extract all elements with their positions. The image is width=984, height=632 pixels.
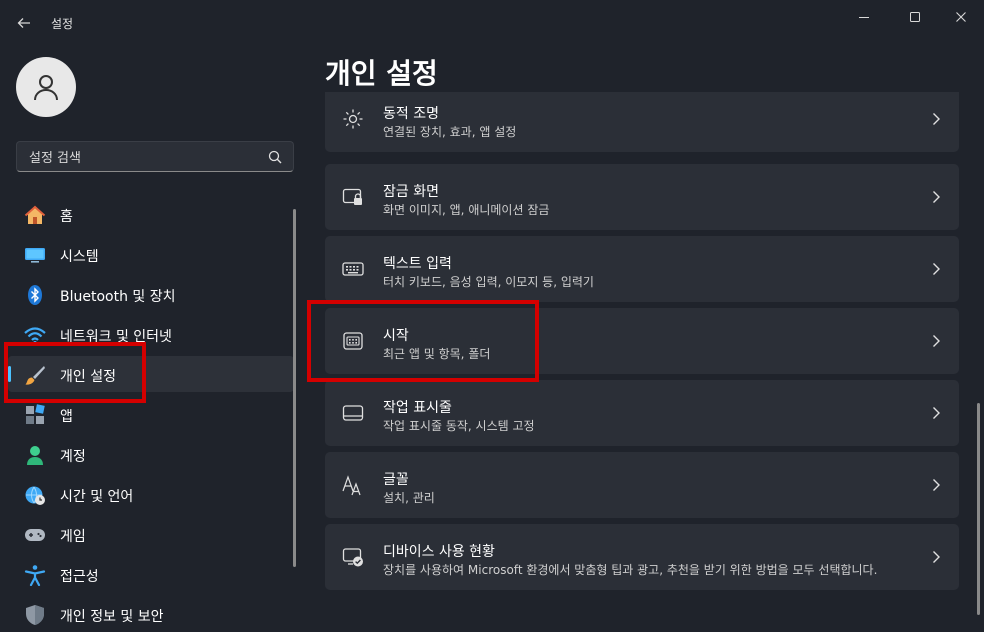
- settings-card-lock-screen[interactable]: 잠금 화면 화면 이미지, 앱, 애니메이션 잠금: [325, 164, 959, 230]
- highlight-box-start: [307, 300, 539, 382]
- settings-card-taskbar[interactable]: 작업 표시줄 작업 표시줄 동작, 시스템 고정: [325, 380, 959, 446]
- chevron-right-icon: [933, 479, 940, 491]
- sidebar-item-label: 게임: [60, 529, 86, 545]
- maximize-icon: [910, 12, 920, 22]
- settings-card-device-usage[interactable]: 디바이스 사용 현황 장치를 사용하여 Microsoft 환경에서 맞춤형 팁…: [325, 524, 959, 590]
- sidebar-item-label: Bluetooth 및 장치: [60, 289, 176, 305]
- sidebar-item-label: 개인 정보 및 보안: [60, 609, 164, 625]
- person-icon: [24, 444, 46, 466]
- sidebar-item-accessibility[interactable]: 접근성: [8, 556, 294, 592]
- sidebar-item-time-language[interactable]: 시간 및 언어: [8, 476, 294, 512]
- sidebar-item-bluetooth[interactable]: Bluetooth 및 장치: [8, 276, 294, 312]
- card-subtitle: 터치 키보드, 음성 입력, 이모지 등, 입력기: [383, 275, 594, 289]
- sidebar-item-label: 시간 및 언어: [60, 489, 134, 505]
- chevron-right-icon: [933, 191, 940, 203]
- settings-card-dynamic-lighting[interactable]: 동적 조명 연결된 장치, 효과, 앱 설정: [325, 92, 959, 152]
- monitor-icon: [24, 244, 46, 266]
- card-title: 동적 조명: [383, 106, 439, 122]
- keyboard-icon: [342, 258, 364, 280]
- settings-card-fonts[interactable]: 글꼴 설치, 관리: [325, 452, 959, 518]
- search-input[interactable]: [27, 148, 261, 168]
- settings-card-text-input[interactable]: 텍스트 입력 터치 키보드, 음성 입력, 이모지 등, 입력기: [325, 236, 959, 302]
- chevron-right-icon: [933, 551, 940, 563]
- sidebar-item-gaming[interactable]: 게임: [8, 516, 294, 552]
- card-subtitle: 화면 이미지, 앱, 애니메이션 잠금: [383, 203, 550, 217]
- search-icon[interactable]: [267, 149, 283, 165]
- close-icon: [956, 12, 966, 22]
- sidebar-item-label: 홈: [60, 209, 73, 225]
- card-subtitle: 장치를 사용하여 Microsoft 환경에서 맞춤형 팁과 광고, 추천을 받…: [383, 563, 878, 577]
- card-subtitle: 작업 표시줄 동작, 시스템 고정: [383, 419, 535, 433]
- sidebar-item-privacy[interactable]: 개인 정보 및 보안: [8, 596, 294, 632]
- card-subtitle: 연결된 장치, 효과, 앱 설정: [383, 125, 517, 139]
- gamepad-icon: [24, 524, 46, 546]
- sidebar-item-label: 계정: [60, 449, 86, 465]
- sidebar-item-home[interactable]: 홈: [8, 196, 294, 232]
- sidebar-scrollbar[interactable]: [293, 209, 296, 567]
- chevron-right-icon: [933, 335, 940, 347]
- highlight-box-personalization: [4, 342, 146, 403]
- card-title: 글꼴: [383, 472, 409, 488]
- card-title: 작업 표시줄: [383, 400, 452, 416]
- lock-screen-icon: [342, 186, 364, 208]
- accessibility-icon: [24, 564, 46, 586]
- fonts-icon: [342, 474, 364, 496]
- back-arrow-icon: [17, 18, 30, 28]
- sidebar-item-label: 시스템: [60, 249, 99, 265]
- page-title: 개인 설정: [325, 57, 438, 90]
- chevron-right-icon: [933, 407, 940, 419]
- card-subtitle: 설치, 관리: [383, 491, 435, 505]
- apps-icon: [24, 404, 46, 426]
- close-button[interactable]: [938, 6, 984, 28]
- sidebar-item-label: 접근성: [60, 569, 99, 585]
- device-usage-icon: [342, 546, 364, 568]
- app-title: 설정: [51, 17, 74, 31]
- content-scrollbar[interactable]: [977, 403, 980, 615]
- card-title: 텍스트 입력: [383, 256, 452, 272]
- chevron-right-icon: [933, 263, 940, 275]
- search-box[interactable]: [16, 141, 294, 172]
- home-icon: [24, 204, 46, 226]
- minimize-button[interactable]: [841, 6, 887, 28]
- sidebar-item-label: 앱: [60, 409, 73, 425]
- globe-clock-icon: [24, 484, 46, 506]
- card-title: 잠금 화면: [383, 184, 439, 200]
- taskbar-icon: [342, 402, 364, 424]
- back-button[interactable]: [8, 10, 40, 36]
- sidebar-item-accounts[interactable]: 계정: [8, 436, 294, 472]
- avatar[interactable]: [16, 57, 76, 117]
- card-title: 디바이스 사용 현황: [383, 544, 495, 560]
- dynamic-lighting-icon: [342, 108, 364, 130]
- maximize-button[interactable]: [892, 6, 938, 28]
- bluetooth-icon: [24, 284, 46, 306]
- title-bar: 설정: [0, 0, 984, 44]
- minimize-icon: [859, 17, 869, 18]
- user-icon: [34, 75, 58, 101]
- shield-icon: [24, 604, 46, 626]
- chevron-right-icon: [933, 113, 940, 125]
- sidebar-item-system[interactable]: 시스템: [8, 236, 294, 272]
